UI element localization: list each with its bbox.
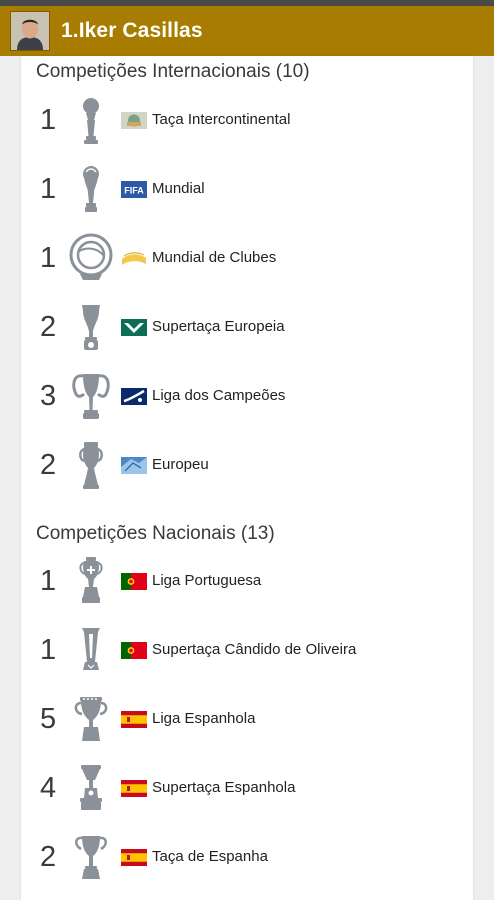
list-item[interactable]: 1 Taça Intercontinental [21, 90, 473, 150]
club-world-cup-logo-icon [121, 250, 147, 267]
competition-name: Supertaça Europeia [152, 318, 285, 335]
trophy-count: 2 [40, 311, 57, 343]
portuguese-league-trophy-icon [79, 557, 103, 603]
intercontinental-cup-icon [83, 98, 99, 144]
portuguese-supercup-trophy-icon [82, 628, 100, 670]
list-item[interactable]: 1 Liga Portuguesa [21, 551, 473, 611]
list-item[interactable]: 2 Supertaça Europeia [21, 297, 473, 357]
trophy-count: 1 [40, 565, 57, 597]
trophy-card: Competições Internacionais (10) 1 Taça I… [21, 56, 473, 900]
list-item[interactable]: 1 Supertaça Cândido de Oliveira [21, 620, 473, 680]
portugal-flag-icon [121, 642, 147, 659]
club-world-cup-icon [69, 233, 113, 280]
world-cup-icon [83, 166, 99, 212]
page-title: 1.Iker Casillas [61, 19, 203, 42]
portugal-flag-icon [121, 573, 147, 590]
trophy-count: 1 [40, 634, 57, 666]
list-item[interactable]: 1 FIFA Mundial [21, 159, 473, 219]
trophy-count: 2 [40, 449, 57, 481]
avatar[interactable] [10, 11, 50, 51]
spain-flag-icon [121, 780, 147, 797]
champions-cup-icon [72, 374, 110, 419]
competition-name: Taça Intercontinental [152, 111, 291, 128]
competition-name: Supertaça Espanhola [152, 779, 296, 796]
trophy-count: 1 [40, 242, 57, 274]
list-item[interactable]: 1 Mundial de Clubes [21, 228, 473, 288]
app-header: 1.Iker Casillas [0, 6, 494, 56]
player-photo-icon [11, 12, 49, 50]
competition-name: Taça de Espanha [152, 848, 268, 865]
list-item[interactable]: 3 Liga dos Campeões [21, 366, 473, 426]
euro-logo-icon [121, 457, 147, 474]
section-title-international: Competições Internacionais (10) [36, 61, 310, 82]
euro-cup-icon [79, 442, 103, 489]
copa-del-rey-trophy-icon [75, 836, 107, 879]
competition-name: Liga Portuguesa [152, 572, 262, 589]
competition-name: Liga dos Campeões [152, 387, 286, 404]
competition-name: Liga Espanhola [152, 710, 256, 727]
list-item[interactable]: 2 Europeu [21, 435, 473, 495]
trophy-count: 1 [40, 173, 57, 205]
svg-text:FIFA: FIFA [124, 186, 144, 196]
trophy-count: 3 [40, 380, 57, 412]
competition-name: Mundial [152, 180, 205, 197]
list-item[interactable]: 2 Taça de Espanha [21, 827, 473, 887]
competition-name: Europeu [152, 456, 209, 473]
trophy-count: 1 [40, 104, 57, 136]
fifa-logo-icon: FIFA [121, 181, 147, 198]
champions-league-logo-icon [121, 388, 147, 405]
spanish-supercup-trophy-icon [80, 765, 102, 810]
trophy-count: 2 [40, 841, 57, 873]
list-item[interactable]: 5 Liga Espanhola [21, 689, 473, 749]
spain-flag-icon [121, 849, 147, 866]
spain-flag-icon [121, 711, 147, 728]
super-cup-icon [82, 305, 100, 350]
competition-name: Mundial de Clubes [152, 249, 277, 266]
la-liga-trophy-icon [74, 697, 108, 741]
section-title-national: Competições Nacionais (13) [36, 523, 275, 544]
trophy-count: 4 [40, 772, 57, 804]
competition-name: Supertaça Cândido de Oliveira [152, 641, 357, 658]
trophy-count: 5 [40, 703, 57, 735]
uefa-logo-icon [121, 319, 147, 336]
list-item[interactable]: 4 Supertaça Espanhola [21, 758, 473, 818]
intercontinental-logo-icon [121, 112, 147, 129]
